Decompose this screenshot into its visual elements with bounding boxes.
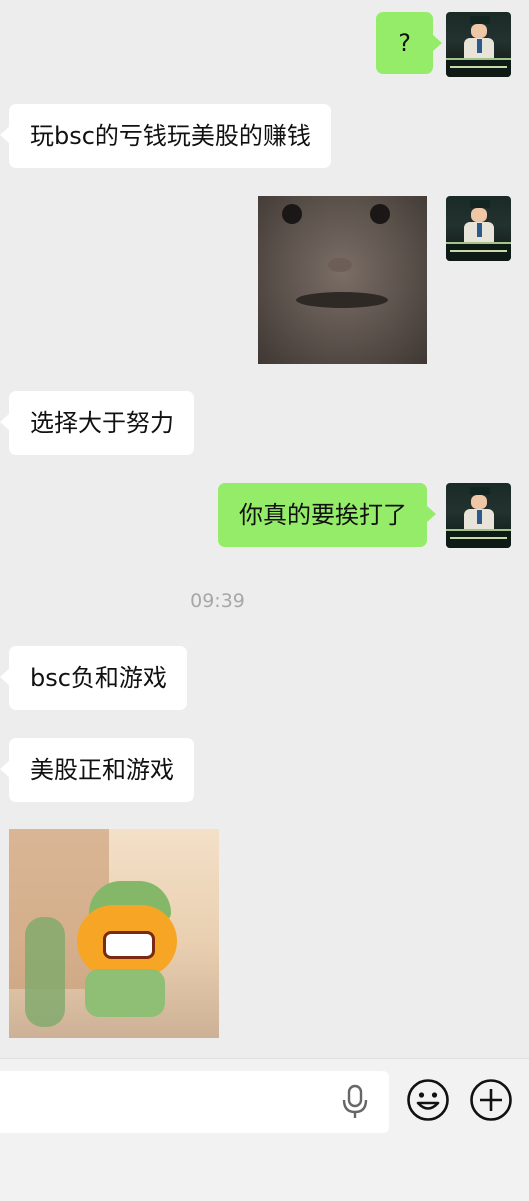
sent-message-bubble[interactable]: 你真的要挨打了 bbox=[218, 483, 436, 547]
plus-icon[interactable] bbox=[469, 1078, 513, 1122]
avatar[interactable] bbox=[446, 196, 511, 261]
hamster-sticker-image[interactable] bbox=[258, 196, 427, 364]
microphone-icon[interactable] bbox=[340, 1084, 370, 1120]
avatar[interactable] bbox=[446, 483, 511, 548]
chat-message-list[interactable]: ? 玩bsc的亏钱玩美股的赚钱 选择大于努力 你真的要挨打了 09:39 bsc… bbox=[0, 0, 529, 1058]
received-message-bubble[interactable]: 选择大于努力 bbox=[0, 391, 194, 455]
chat-input-bar bbox=[0, 1058, 529, 1201]
emoji-icon[interactable] bbox=[406, 1078, 450, 1122]
message-timestamp: 09:39 bbox=[190, 590, 245, 612]
angry-cartoon-sticker-image[interactable] bbox=[9, 829, 219, 1038]
received-message-bubble[interactable]: 玩bsc的亏钱玩美股的赚钱 bbox=[0, 104, 331, 168]
received-message-bubble[interactable]: bsc负和游戏 bbox=[0, 646, 187, 710]
received-message-bubble[interactable]: 美股正和游戏 bbox=[0, 738, 194, 802]
sent-message-bubble[interactable]: ? bbox=[376, 12, 442, 74]
message-input[interactable] bbox=[0, 1071, 389, 1133]
avatar[interactable] bbox=[446, 12, 511, 77]
